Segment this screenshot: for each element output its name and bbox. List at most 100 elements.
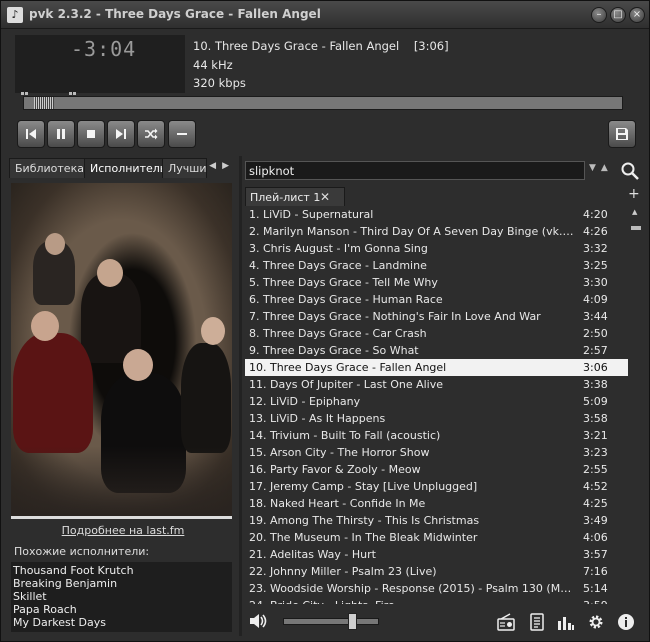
volume-slider[interactable] <box>283 618 379 625</box>
pause-button[interactable] <box>47 120 75 148</box>
track-duration: 3:59 <box>583 597 608 604</box>
track-duration: 5:14 <box>583 582 608 595</box>
similar-artist-item[interactable]: Papa Roach <box>13 603 230 616</box>
stop-button[interactable] <box>77 120 105 148</box>
playlist-scrollbar[interactable]: ▲ <box>630 206 642 604</box>
playlist-row[interactable]: 22. Johnny Miller - Psalm 23 (Live) 7:16 <box>245 563 628 580</box>
track-title: 20. The Museum - In The Bleak Midwinter <box>249 531 478 544</box>
track-title: 23. Woodside Worship - Response (2015) -… <box>249 582 574 595</box>
track-title: 12. LiViD - Epiphany <box>249 395 361 408</box>
close-icon[interactable]: × <box>629 7 645 23</box>
tab-artist[interactable]: Исполнитель <box>84 158 173 178</box>
stop-icon <box>87 130 95 138</box>
seek-bar[interactable] <box>23 96 623 110</box>
time-readout: -3:04 <box>71 37 137 61</box>
playlist-tab[interactable]: Плей-лист 1 ✕ <box>245 187 345 206</box>
similar-artist-item[interactable]: Breaking Benjamin <box>13 577 230 590</box>
minimize-icon[interactable]: – <box>591 7 607 23</box>
pause-icon <box>57 129 65 139</box>
track-title: 4. Three Days Grace - Landmine <box>249 259 427 272</box>
playlist-row[interactable]: 11. Days Of Jupiter - Last One Alive 3:38 <box>245 376 628 393</box>
lastfm-link[interactable]: Подробнее на last.fm <box>1 524 245 537</box>
playlist-row[interactable]: 18. Naked Heart - Confide In Me 4:25 <box>245 495 628 512</box>
title-bar[interactable]: ♪ pvk 2.3.2 - Three Days Grace - Fallen … <box>1 1 649 29</box>
search-dropdown-arrows[interactable]: ▼▲ <box>589 163 613 173</box>
volume-handle[interactable] <box>348 613 357 630</box>
playlist-row[interactable]: 9. Three Days Grace - So What 2:57 <box>245 342 628 359</box>
playlist-tab-label: Плей-лист 1 <box>250 191 321 204</box>
track-duration: 3:21 <box>583 429 608 442</box>
track-duration: 4:52 <box>583 480 608 493</box>
track-title: 16. Party Favor & Zooly - Meow <box>249 463 421 476</box>
tab-library[interactable]: Библиотека <box>9 158 90 178</box>
track-duration: 3:57 <box>583 548 608 561</box>
scroll-up-icon[interactable]: ▲ <box>632 208 637 216</box>
playlist-row[interactable]: 6. Three Days Grace - Human Race 4:09 <box>245 291 628 308</box>
playlist-row[interactable]: 10. Three Days Grace - Fallen Angel 3:06 <box>245 359 628 376</box>
track-title: 10. Three Days Grace - Fallen Angel <box>249 361 447 374</box>
time-display-panel[interactable]: -3:04 <box>15 35 185 95</box>
add-playlist-icon[interactable]: + <box>628 186 640 202</box>
playlist-row[interactable]: 16. Party Favor & Zooly - Meow 2:55 <box>245 461 628 478</box>
previous-button[interactable] <box>17 120 45 148</box>
playlist-row[interactable]: 20. The Museum - In The Bleak Midwinter 4… <box>245 529 628 546</box>
volume-icon[interactable] <box>249 613 267 629</box>
tab-best[interactable]: Лучшие <box>162 158 207 178</box>
lyrics-icon[interactable] <box>528 613 546 631</box>
shuffle-button[interactable] <box>137 120 165 148</box>
playlist-row[interactable]: 19. Among The Thirsty - This Is Christma… <box>245 512 628 529</box>
playlist-row[interactable]: 3. Chris August - I'm Gonna Sing 3:32 <box>245 240 628 257</box>
window-title: pvk 2.3.2 - Three Days Grace - Fallen An… <box>29 7 321 21</box>
track-duration: 4:26 <box>583 225 608 238</box>
track-duration: 3:25 <box>583 259 608 272</box>
settings-icon[interactable] <box>587 613 605 631</box>
playlist-row[interactable]: 5. Three Days Grace - Tell Me Why 3:30 <box>245 274 628 291</box>
track-duration: 3:06 <box>583 361 608 374</box>
track-duration: 7:16 <box>583 565 608 578</box>
playlist-row[interactable]: 1. LiViD - Supernatural 4:20 <box>245 206 628 223</box>
spectrum-visualizer <box>21 85 81 95</box>
radio-icon[interactable] <box>497 613 515 631</box>
search-input[interactable]: slipknot <box>245 161 585 180</box>
track-title: 18. Naked Heart - Confide In Me <box>249 497 426 510</box>
track-title: 22. Johnny Miller - Psalm 23 (Live) <box>249 565 437 578</box>
playlist-row[interactable]: 2. Marilyn Manson - Third Day Of A Seven… <box>245 223 628 240</box>
playlist-row[interactable]: 12. LiViD - Epiphany 5:09 <box>245 393 628 410</box>
similar-artist-item[interactable]: Thousand Foot Krutch <box>13 564 230 577</box>
track-duration: 3:49 <box>583 514 608 527</box>
track-title: 14. Trivium - Built To Fall (acoustic) <box>249 429 441 442</box>
tab-scroll-arrows[interactable]: ◀▶ <box>209 161 235 171</box>
playlist-row[interactable]: 21. Adelitas Way - Hurt 3:57 <box>245 546 628 563</box>
track-duration: 3:38 <box>583 378 608 391</box>
playlist-row[interactable]: 7. Three Days Grace - Nothing's Fair In … <box>245 308 628 325</box>
playlist-row[interactable]: 14. Trivium - Built To Fall (acoustic) 3:… <box>245 427 628 444</box>
track-duration: 3:58 <box>583 412 608 425</box>
track-title: 19. Among The Thirsty - This Is Christma… <box>249 514 480 527</box>
close-tab-icon[interactable]: ✕ <box>320 190 330 204</box>
info-icon[interactable] <box>617 613 635 631</box>
playlist-row[interactable]: 8. Three Days Grace - Car Crash 2:50 <box>245 325 628 342</box>
playlist-row[interactable]: 17. Jeremy Camp - Stay [Live Unplugged] 4… <box>245 478 628 495</box>
playlist-row[interactable]: 4. Three Days Grace - Landmine 3:25 <box>245 257 628 274</box>
seek-handle[interactable] <box>34 97 54 109</box>
track-title: 5. Three Days Grace - Tell Me Why <box>249 276 438 289</box>
track-title: 2. Marilyn Manson - Third Day Of A Seven… <box>249 225 574 238</box>
playlist-row[interactable]: 13. LiViD - As It Happens 3:58 <box>245 410 628 427</box>
save-button[interactable] <box>608 120 636 148</box>
playlist-row[interactable]: 15. Arson City - The Horror Show 3:23 <box>245 444 628 461</box>
minus-icon <box>177 133 187 135</box>
next-button[interactable] <box>107 120 135 148</box>
search-icon[interactable] <box>620 161 640 181</box>
playlist-row[interactable]: 23. Woodside Worship - Response (2015) -… <box>245 580 628 597</box>
track-duration: 4:06 <box>583 531 608 544</box>
track-duration: 5:09 <box>583 395 608 408</box>
maximize-icon[interactable]: □ <box>610 7 626 23</box>
panel-splitter[interactable] <box>239 156 242 636</box>
similar-artist-item[interactable]: Skillet <box>13 590 230 603</box>
similar-artist-item[interactable]: My Darkest Days <box>13 616 230 629</box>
playlist-row[interactable]: 24. Bride City - Lights, Fire 3:59 <box>245 597 628 604</box>
remove-button[interactable] <box>168 120 196 148</box>
scrollbar-thumb[interactable] <box>631 226 641 230</box>
track-duration: 2:50 <box>583 327 608 340</box>
equalizer-icon[interactable] <box>557 613 575 631</box>
